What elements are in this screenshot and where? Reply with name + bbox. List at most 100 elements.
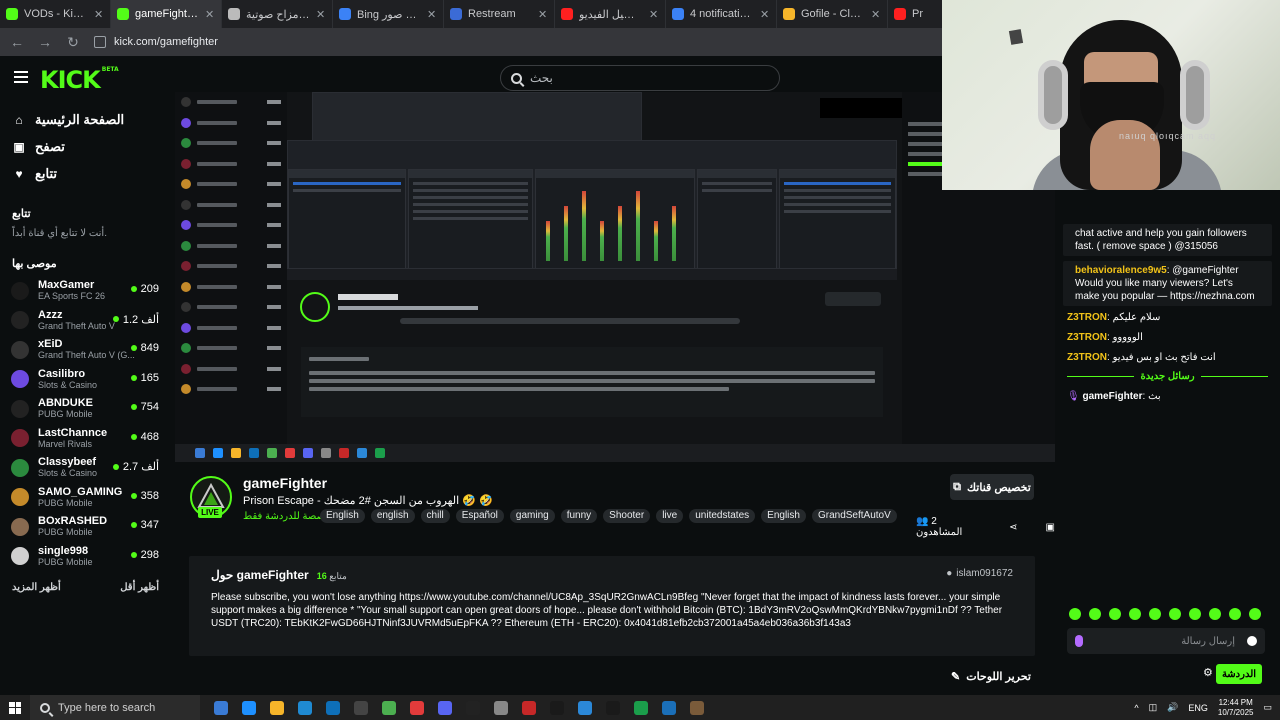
browser-tab[interactable]: Gofile - Cloud Sto✕ bbox=[777, 0, 888, 28]
taskbar-app-icon[interactable] bbox=[410, 700, 424, 715]
close-icon[interactable]: ✕ bbox=[649, 8, 659, 21]
customize-channel-button[interactable]: ⧉ تخصيص قناتك bbox=[950, 474, 1034, 500]
sidebar-nav-item[interactable]: ♥ تتابع bbox=[0, 160, 175, 187]
back-icon[interactable]: ← bbox=[10, 34, 24, 50]
network-icon[interactable]: ◫ bbox=[1149, 702, 1158, 713]
streamer-name[interactable]: gameFighter bbox=[243, 475, 327, 491]
taskbar-app-icon[interactable] bbox=[578, 700, 592, 715]
chat-input[interactable]: إرسال رسالة bbox=[1067, 628, 1265, 654]
taskbar-app-icon[interactable] bbox=[214, 700, 228, 715]
notification-icon[interactable]: ▭ bbox=[1263, 702, 1272, 713]
close-icon[interactable]: ✕ bbox=[316, 8, 326, 21]
volume-icon[interactable]: 🔊 bbox=[1167, 702, 1178, 713]
browser-tab[interactable]: Restream ✕ bbox=[444, 0, 555, 28]
sidebar-channel[interactable]: MaxGamer EA Sports FC 26 209 bbox=[0, 276, 175, 306]
sidebar-channel[interactable]: BOxRASHED PUBG Mobile 347 bbox=[0, 512, 175, 542]
close-icon[interactable]: ✕ bbox=[427, 8, 437, 21]
stream-tag[interactable]: english bbox=[370, 509, 415, 523]
close-icon[interactable]: ✕ bbox=[760, 8, 770, 21]
taskbar-app-icon[interactable] bbox=[438, 700, 452, 715]
browser-tab[interactable]: تفاصيل الفيديو - ✕ bbox=[555, 0, 666, 28]
emote-icon[interactable] bbox=[1249, 608, 1261, 620]
taskbar-app-icon[interactable] bbox=[494, 700, 508, 715]
taskbar-app-icon[interactable] bbox=[326, 700, 340, 715]
emote-icon[interactable] bbox=[1169, 608, 1181, 620]
avatar bbox=[11, 488, 29, 507]
taskbar-app-icon[interactable] bbox=[690, 700, 704, 715]
taskbar-app-icon[interactable] bbox=[270, 700, 284, 715]
emote-icon[interactable] bbox=[1069, 608, 1081, 620]
browser-tab[interactable]: أداة مزاح صوتية✕ bbox=[222, 0, 333, 28]
close-icon[interactable]: ✕ bbox=[94, 8, 104, 21]
mic-icon[interactable] bbox=[1075, 635, 1083, 647]
stream-tag[interactable]: Español bbox=[455, 509, 504, 523]
sidebar-nav-item[interactable]: ⌂ الصفحة الرئيسية bbox=[0, 106, 175, 133]
sidebar-channel[interactable]: LastChannce Marvel Rivals 468 bbox=[0, 424, 175, 454]
emoji-icon[interactable] bbox=[1247, 636, 1257, 646]
emote-icon[interactable] bbox=[1129, 608, 1141, 620]
taskbar-search[interactable]: Type here to search bbox=[30, 695, 200, 720]
taskbar-app-icon[interactable] bbox=[242, 700, 256, 715]
chat-settings-icon[interactable]: ⚙ bbox=[1203, 668, 1213, 679]
taskbar-app-icon[interactable] bbox=[522, 700, 536, 715]
taskbar-app-icon[interactable] bbox=[466, 700, 480, 715]
user-profile-icon[interactable]: ▣ bbox=[1046, 522, 1055, 533]
kick-logo[interactable]: KICK BETA bbox=[40, 66, 119, 94]
sidebar-channel[interactable]: Casilibro Slots & Casino 165 bbox=[0, 365, 175, 395]
close-icon[interactable]: ✕ bbox=[538, 8, 548, 21]
stream-tag[interactable]: English bbox=[320, 509, 365, 523]
stream-video[interactable] bbox=[175, 92, 1055, 462]
share-icon[interactable]: ⋖ bbox=[1009, 522, 1017, 533]
taskbar-app-icon[interactable] bbox=[634, 700, 648, 715]
sidebar-channel[interactable]: Azzz Grand Theft Auto V 1.2 ألف bbox=[0, 306, 175, 336]
stream-tag[interactable]: gaming bbox=[509, 509, 555, 523]
stream-tag[interactable]: Shooter bbox=[603, 509, 651, 523]
stream-tag[interactable]: funny bbox=[560, 509, 598, 523]
sidebar-channel[interactable]: Classybeef Slots & Casino 2.7 ألف bbox=[0, 453, 175, 483]
browser-tab[interactable]: gameFighter Stre✕ bbox=[111, 0, 222, 28]
taskbar-app-icon[interactable] bbox=[382, 700, 396, 715]
reload-icon[interactable]: ↻ bbox=[66, 34, 80, 51]
emote-icon[interactable] bbox=[1149, 608, 1161, 620]
sidebar-channel[interactable]: xEiD Grand Theft Auto V (G... 849 bbox=[0, 335, 175, 365]
browser-tab[interactable]: 4 notifications ✕ bbox=[666, 0, 777, 28]
chat-send-button[interactable]: الدردشة bbox=[1216, 664, 1262, 684]
taskbar-app-icon[interactable] bbox=[606, 700, 620, 715]
taskbar-app-icon[interactable] bbox=[662, 700, 676, 715]
site-info-icon[interactable] bbox=[94, 36, 106, 48]
language-indicator[interactable]: ENG bbox=[1188, 703, 1208, 713]
stream-tag[interactable]: English bbox=[761, 509, 806, 523]
close-icon[interactable]: ✕ bbox=[205, 8, 215, 21]
sidebar-nav-item[interactable]: ▣ تصفح bbox=[0, 133, 175, 160]
taskbar-app-icon[interactable] bbox=[550, 700, 564, 715]
emote-icon[interactable] bbox=[1109, 608, 1121, 620]
show-more-link[interactable]: أظهر المزيد bbox=[12, 582, 61, 593]
emote-icon[interactable] bbox=[1229, 608, 1241, 620]
viewer-count: 754 bbox=[131, 401, 159, 413]
close-icon[interactable]: ✕ bbox=[871, 8, 881, 21]
stream-tag[interactable]: unitedstates bbox=[689, 509, 756, 523]
taskbar-app-icon[interactable] bbox=[298, 700, 312, 715]
chevron-up-icon[interactable]: ^ bbox=[1134, 703, 1138, 713]
start-button[interactable] bbox=[0, 701, 30, 714]
stream-tag[interactable]: chill bbox=[420, 509, 450, 523]
forward-icon[interactable]: → bbox=[38, 34, 52, 50]
url-field[interactable]: kick.com/gamefighter bbox=[94, 36, 218, 48]
taskbar-app-icon[interactable] bbox=[354, 700, 368, 715]
emote-icon[interactable] bbox=[1089, 608, 1101, 620]
menu-icon[interactable] bbox=[14, 71, 28, 83]
stream-tag[interactable]: live bbox=[656, 509, 684, 523]
emote-icon[interactable] bbox=[1209, 608, 1221, 620]
sidebar-channel[interactable]: ABNDUKE PUBG Mobile 754 bbox=[0, 394, 175, 424]
browser-tab[interactable]: VODs - Kick Dash✕ bbox=[0, 0, 111, 28]
sidebar-channel[interactable]: SAMO_GAMING PUBG Mobile 358 bbox=[0, 483, 175, 513]
sidebar-channel[interactable]: single998 PUBG Mobile 298 bbox=[0, 542, 175, 572]
owner-link[interactable]: ● islam091672 bbox=[946, 568, 1013, 579]
clock[interactable]: 12:44 PM 10/7/2025 bbox=[1218, 698, 1254, 718]
browser-tab[interactable]: Bing منشئ صور✕ bbox=[333, 0, 444, 28]
search-input[interactable]: بحث bbox=[500, 65, 780, 91]
edit-panels-button[interactable]: ✎ تحرير اللوحات bbox=[951, 670, 1031, 683]
stream-tag[interactable]: GrandSeftAutoV bbox=[811, 509, 897, 523]
show-less-link[interactable]: أظهر أقل bbox=[120, 582, 159, 593]
emote-icon[interactable] bbox=[1189, 608, 1201, 620]
